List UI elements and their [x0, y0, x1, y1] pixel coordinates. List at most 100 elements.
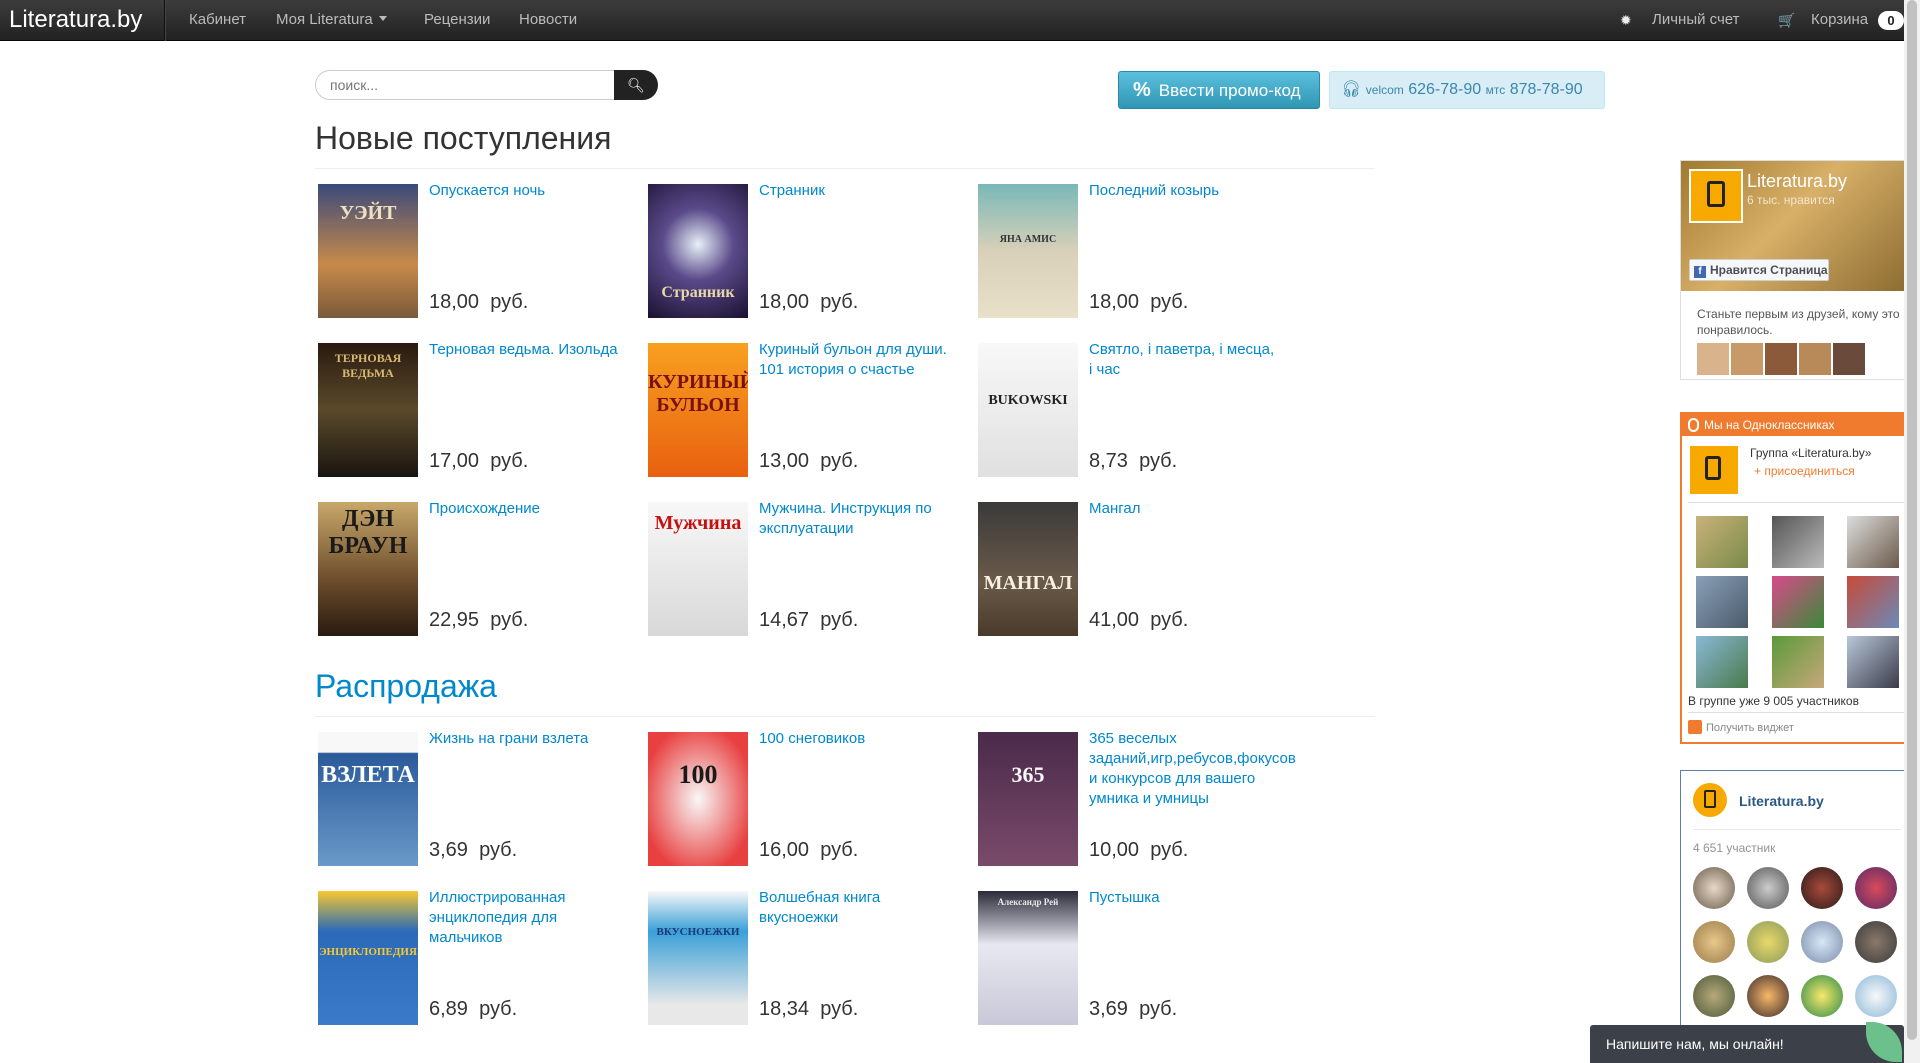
- navbar-divider: [164, 0, 165, 41]
- facebook-like-button[interactable]: f Нравится Страница: [1689, 259, 1829, 281]
- book-cover[interactable]: Странник: [648, 184, 748, 318]
- avatar[interactable]: [1772, 636, 1824, 688]
- avatar[interactable]: [1696, 636, 1748, 688]
- avatar[interactable]: [1855, 921, 1897, 963]
- book-title-link[interactable]: Куриный бульон для души. 101 история о с…: [759, 340, 949, 380]
- phone-info: 🎧︎ velcom 626-78-90 мтс 878-78-90: [1329, 71, 1605, 109]
- promo-code-button[interactable]: % Ввести промо-код: [1118, 71, 1320, 109]
- avatar[interactable]: [1847, 576, 1899, 628]
- book-cover[interactable]: УЭЙТ: [318, 184, 418, 318]
- book-cover[interactable]: ВКУСНОЕЖКИ: [648, 891, 748, 1025]
- avatar[interactable]: [1696, 576, 1748, 628]
- book-title-link[interactable]: Пустышка: [1089, 888, 1279, 908]
- odnoklassniki-join-link[interactable]: + присоединиться: [1754, 464, 1855, 478]
- book-cover[interactable]: МАНГАЛ: [978, 502, 1078, 636]
- avatar[interactable]: [1696, 516, 1748, 568]
- online-chat-button[interactable]: Напишите нам, мы онлайн!: [1590, 1025, 1904, 1063]
- odnoklassniki-get-widget-label: Получить виджет: [1706, 722, 1794, 734]
- phone-mts[interactable]: 878-78-90: [1510, 81, 1583, 98]
- avatar[interactable]: [1855, 975, 1897, 1017]
- odnoklassniki-group-name[interactable]: Группа «Literatura.by»: [1750, 446, 1871, 460]
- avatar[interactable]: [1693, 975, 1735, 1017]
- section-title-sale[interactable]: Распродажа: [315, 668, 497, 705]
- book-price: 14,67 руб.: [759, 609, 858, 632]
- operator-velcom: velcom: [1365, 83, 1404, 97]
- book-cover-text: Мужчина: [654, 512, 742, 534]
- price-value: 41,00: [1089, 609, 1140, 631]
- book-title-link[interactable]: Последний козырь: [1089, 181, 1279, 201]
- avatar[interactable]: [1833, 343, 1865, 375]
- avatar[interactable]: [1731, 343, 1763, 375]
- book-title-link[interactable]: Иллюстрированная энциклопедия для мальчи…: [429, 888, 619, 948]
- nav-link-my-literatura[interactable]: Моя Literatura: [276, 11, 387, 28]
- scrollbar-thumb[interactable]: [1907, 0, 1917, 1040]
- book-cover[interactable]: ВЗЛЕТА: [318, 732, 418, 866]
- book-title-link[interactable]: 365 веселых заданий,игр,ребусов,фокусов …: [1089, 729, 1296, 809]
- avatar[interactable]: [1693, 867, 1735, 909]
- book-cover[interactable]: ДЭН БРАУН: [318, 502, 418, 636]
- book-title-link[interactable]: Святло, і паветра, і месца, і час: [1089, 340, 1279, 380]
- odnoklassniki-get-widget-link[interactable]: Получить виджет: [1688, 720, 1794, 734]
- avatar[interactable]: [1847, 516, 1899, 568]
- avatar[interactable]: [1772, 516, 1824, 568]
- search-button[interactable]: 🔍︎: [614, 70, 658, 100]
- avatar[interactable]: [1772, 576, 1824, 628]
- book-card: Александр Рей Пустышка 3,69 руб.: [975, 888, 1305, 1025]
- book-title-link[interactable]: Мужчина. Инструкция по эксплуатации: [759, 499, 949, 539]
- section-divider: [315, 168, 1375, 169]
- book-card: ВЗЛЕТА Жизнь на грани взлета 3,69 руб.: [315, 729, 645, 866]
- price-value: 18,00: [1089, 291, 1140, 313]
- book-cover[interactable]: 100: [648, 732, 748, 866]
- avatar[interactable]: [1799, 343, 1831, 375]
- book-cover[interactable]: Александр Рей: [978, 891, 1078, 1025]
- nav-link-cabinet[interactable]: Кабинет: [189, 11, 246, 28]
- book-title-link[interactable]: Жизнь на грани взлета: [429, 729, 619, 749]
- brand-logo[interactable]: Literatura.by: [9, 6, 142, 34]
- book-title-link[interactable]: Опускается ночь: [429, 181, 619, 201]
- book-cover-text: ВКУСНОЕЖКИ: [656, 926, 740, 938]
- avatar[interactable]: [1801, 975, 1843, 1017]
- avatar[interactable]: [1697, 343, 1729, 375]
- book-cover-text: МАНГАЛ: [983, 572, 1073, 594]
- vk-members-count: 4 651 участник: [1693, 841, 1776, 855]
- headphones-icon: 🎧︎: [1341, 81, 1362, 98]
- book-cover[interactable]: Мужчина: [648, 502, 748, 636]
- vk-group-name[interactable]: Literatura.by: [1739, 793, 1824, 809]
- facebook-cover: Literatura.by 6 тыс. нравится f Нравится …: [1681, 161, 1913, 291]
- book-cover[interactable]: ЯНА АМИС: [978, 184, 1078, 318]
- avatar[interactable]: [1747, 867, 1789, 909]
- nav-link-account[interactable]: Личный счет: [1652, 11, 1740, 28]
- nav-link-reviews[interactable]: Рецензии: [424, 11, 490, 28]
- odnoklassniki-group-logo[interactable]: [1690, 446, 1738, 494]
- facebook-page-logo[interactable]: [1689, 169, 1743, 223]
- book-cover[interactable]: КУРИНЫЙ БУЛЬОН: [648, 343, 748, 477]
- book-card: 365 365 веселых заданий,игр,ребусов,фокус…: [975, 729, 1305, 866]
- avatar[interactable]: [1747, 975, 1789, 1017]
- search-input[interactable]: [315, 70, 615, 100]
- book-card: УЭЙТ Опускается ночь 18,00 руб.: [315, 181, 645, 318]
- avatar[interactable]: [1801, 867, 1843, 909]
- book-cover[interactable]: ТЕРНОВАЯ ВЕДЬМА: [318, 343, 418, 477]
- avatar[interactable]: [1693, 921, 1735, 963]
- book-title-link[interactable]: 100 снеговиков: [759, 729, 949, 749]
- book-cover[interactable]: ЭНЦИКЛОПЕДИЯ: [318, 891, 418, 1025]
- book-cover[interactable]: BUKOWSKI: [978, 343, 1078, 477]
- nav-link-cart[interactable]: Корзина: [1811, 11, 1868, 28]
- book-title-link[interactable]: Мангал: [1089, 499, 1279, 519]
- book-title-link[interactable]: Странник: [759, 181, 949, 201]
- avatar[interactable]: [1801, 921, 1843, 963]
- nav-link-news[interactable]: Новости: [519, 11, 577, 28]
- phone-velcom[interactable]: 626-78-90: [1408, 81, 1481, 98]
- avatar[interactable]: [1765, 343, 1797, 375]
- avatar[interactable]: [1855, 867, 1897, 909]
- book-cover-text: УЭЙТ: [339, 202, 397, 224]
- book-cover[interactable]: 365: [978, 732, 1078, 866]
- odnoklassniki-header: Мы на Одноклассниках: [1682, 414, 1912, 436]
- vk-group-logo[interactable]: [1693, 783, 1727, 817]
- facebook-page-name[interactable]: Literatura.by: [1747, 171, 1847, 192]
- book-title-link[interactable]: Происхождение: [429, 499, 619, 519]
- avatar[interactable]: [1747, 921, 1789, 963]
- avatar[interactable]: [1847, 636, 1899, 688]
- book-title-link[interactable]: Терновая ведьма. Изольда: [429, 340, 619, 360]
- book-title-link[interactable]: Волшебная книга вкусноежки: [759, 888, 949, 928]
